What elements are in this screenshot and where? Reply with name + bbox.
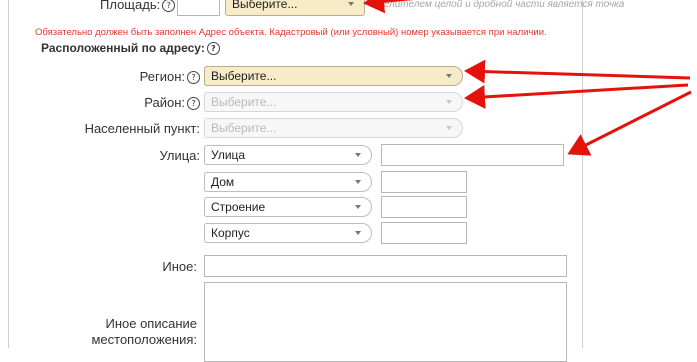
street-input[interactable] [381,144,564,166]
other-input[interactable] [204,255,567,277]
district-select[interactable]: Выберите... [204,92,463,112]
locality-select[interactable]: Выберите... [204,118,463,138]
form-right-border [582,0,583,348]
building-type-value: Строение [211,200,266,214]
chevron-down-icon [355,180,361,184]
region-label-wrap: Регион:? [60,69,200,85]
chevron-down-icon [446,74,452,78]
other-label: Иное: [162,259,197,274]
district-label-wrap: Район:? [60,95,200,111]
chevron-down-icon [446,100,452,104]
street-label: Улица: [159,148,200,163]
required-address-notice: Обязательно должен быть заполнен Адрес о… [35,27,547,38]
corpus-input[interactable] [381,222,467,244]
annotation-arrow-street [567,90,692,156]
locality-label: Населенный пункт: [84,121,200,136]
chevron-down-icon [355,205,361,209]
address-section-title-wrap: Расположенный по адресу:? [41,41,220,56]
chevron-down-icon [348,2,354,6]
help-icon[interactable]: ? [206,42,220,56]
location-desc-textarea[interactable] [204,282,567,362]
region-label: Регион: [139,69,185,84]
help-icon[interactable]: ? [162,0,176,13]
house-type-select[interactable]: Дом [204,172,372,192]
chevron-down-icon [446,126,452,130]
house-type-value: Дом [211,175,235,189]
location-desc-label-line2: местоположения: [91,332,197,347]
building-type-select[interactable]: Строение [204,197,372,217]
area-value-input[interactable] [177,0,220,16]
help-icon[interactable]: ? [187,71,200,85]
area-label-wrap: Площадь:? [100,0,176,13]
locality-select-value: Выберите... [211,121,277,135]
area-unit-select-value: Выберите... [232,0,298,11]
address-section-title: Расположенный по адресу: [41,41,205,55]
annotation-arrow-district [464,83,689,109]
area-unit-select[interactable]: Выберите... [225,0,365,16]
region-select-value: Выберите... [211,69,277,83]
district-select-value: Выберите... [211,95,277,109]
street-type-value: Улица [211,148,246,162]
area-hint: ...делителем целой и дробной части являе… [370,0,625,10]
street-type-select[interactable]: Улица [204,145,372,165]
chevron-down-icon [355,231,361,235]
corpus-type-value: Корпус [211,226,250,240]
house-input[interactable] [381,171,467,193]
area-label: Площадь: [100,0,161,12]
district-label: Район: [144,95,185,110]
form-left-border [8,0,9,348]
help-icon[interactable]: ? [187,97,200,111]
annotation-arrow-region [464,59,691,84]
chevron-down-icon [355,153,361,157]
location-desc-label-line1: Иное описание [105,316,197,331]
location-desc-label: Иное описание местоположения: [80,316,197,348]
region-select[interactable]: Выберите... [204,66,463,86]
corpus-type-select[interactable]: Корпус [204,223,372,243]
building-input[interactable] [381,196,467,218]
